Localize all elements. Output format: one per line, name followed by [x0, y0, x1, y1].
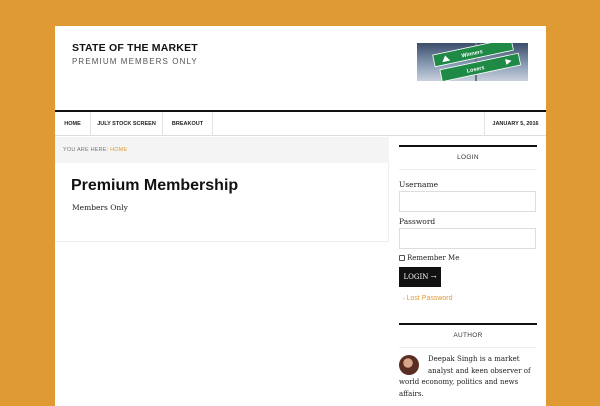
remember-me-checkbox[interactable]	[399, 255, 405, 261]
bullet-icon: ›	[403, 296, 405, 302]
author-bio-text: Deepak Singh is a market analyst and kee…	[399, 355, 531, 398]
lost-password-label: Lost Password	[406, 295, 453, 302]
login-widget: LOGIN	[399, 145, 537, 170]
avatar[interactable]	[399, 355, 419, 375]
author-widget: AUTHOR	[399, 323, 537, 348]
nav-date: JANUARY 5, 2016	[484, 112, 546, 136]
author-bio: Deepak Singh is a market analyst and kee…	[399, 354, 537, 402]
password-label: Password	[399, 217, 436, 226]
main-content: YOU ARE HERE: HOME Premium Membership Me…	[55, 137, 389, 242]
login-button[interactable]: LOGIN →	[399, 267, 441, 287]
breadcrumb-home-link[interactable]: HOME	[110, 147, 127, 153]
breadcrumb-prefix: YOU ARE HERE:	[63, 147, 109, 153]
page-container: STATE OF THE MARKET PREMIUM MEMBERS ONLY…	[55, 26, 546, 406]
login-widget-title: LOGIN	[399, 145, 537, 170]
page-body-text: Members Only	[72, 203, 128, 212]
password-field[interactable]	[399, 228, 536, 249]
username-field[interactable]	[399, 191, 536, 212]
nav-item-home[interactable]: HOME	[55, 112, 91, 136]
nav-item-breakout[interactable]: BREAKOUT	[163, 112, 213, 136]
header-banner-image[interactable]: Winners Losers	[417, 43, 528, 81]
site-title[interactable]: STATE OF THE MARKET	[72, 42, 198, 54]
primary-navigation: HOME JULY STOCK SCREEN BREAKOUT JANUARY …	[55, 110, 546, 136]
remember-me-label: Remember Me	[407, 254, 460, 262]
remember-me[interactable]: Remember Me	[399, 254, 459, 262]
breadcrumb: YOU ARE HERE: HOME	[55, 137, 389, 163]
nav-item-july-stock-screen[interactable]: JULY STOCK SCREEN	[91, 112, 163, 136]
page-title: Premium Membership	[71, 177, 239, 194]
site-description: PREMIUM MEMBERS ONLY	[72, 57, 198, 66]
username-label: Username	[399, 180, 439, 189]
author-widget-title: AUTHOR	[399, 323, 537, 348]
lost-password-link[interactable]: › Lost Password	[403, 295, 453, 302]
highway-sign-icon: Winners Losers	[417, 43, 528, 81]
author-bio-block: Deepak Singh is a market analyst and kee…	[399, 354, 537, 400]
